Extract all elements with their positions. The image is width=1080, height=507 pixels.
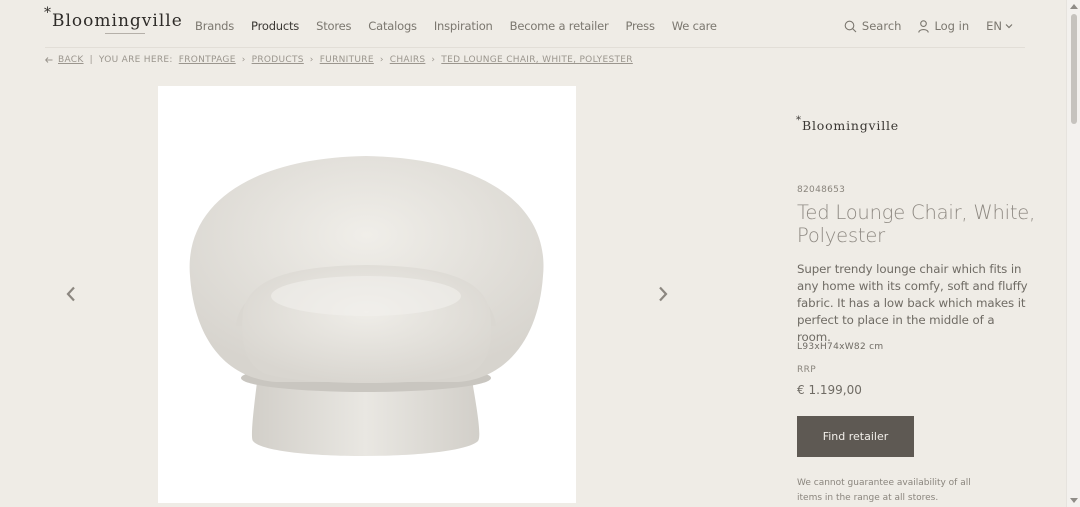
site-header: * Bloomingville Brands Products Stores C… (44, 0, 1025, 48)
breadcrumb-current[interactable]: TED LOUNGE CHAIR, WHITE, POLYESTER (441, 55, 633, 65)
nav-products[interactable]: Products (251, 19, 299, 33)
chevron-left-icon (66, 286, 75, 302)
chevron-down-icon (1005, 24, 1013, 29)
availability-note: We cannot guarantee availability of all … (797, 478, 971, 503)
breadcrumb-back-link[interactable]: BACK (58, 55, 84, 65)
brand-logo-text: Bloomingville (802, 118, 899, 133)
product-details: * Bloomingville 82048653 Ted Lounge Chai… (796, 115, 1037, 503)
breadcrumb-chevron-icon: › (379, 55, 384, 65)
nav-inspiration[interactable]: Inspiration (434, 19, 493, 33)
site-logo[interactable]: * Bloomingville (44, 5, 183, 34)
breadcrumb-chevron-icon: › (241, 55, 246, 65)
breadcrumb-chairs[interactable]: CHAIRS (390, 55, 426, 65)
nav-stores[interactable]: Stores (316, 19, 351, 33)
breadcrumb-chevron-icon: › (309, 55, 314, 65)
header-actions: Search Log in EN (827, 19, 1013, 33)
product-description: Super trendy lounge chair which fits in … (797, 262, 1028, 344)
nav-press[interactable]: Press (626, 19, 655, 33)
product-sku: 82048653 (797, 185, 846, 195)
search-label: Search (861, 19, 902, 33)
product-dimensions: L93xH74xW82 cm (797, 342, 884, 352)
breadcrumb-divider: | (89, 55, 93, 65)
breadcrumb-furniture[interactable]: FURNITURE (320, 55, 374, 65)
language-selector[interactable]: EN (986, 19, 1013, 33)
logo-text: Bloomingville (52, 11, 183, 31)
scroll-down-arrow-icon[interactable] (1070, 498, 1078, 503)
brand-logo-star: * (796, 115, 802, 126)
breadcrumb-chevron-icon: › (431, 55, 436, 65)
logo-tagline-line (105, 33, 145, 34)
scrollbar-thumb[interactable] (1071, 14, 1077, 124)
product-price: € 1.199,00 (797, 383, 862, 397)
product-title: Ted Lounge Chair, White, Polyester (797, 201, 1036, 247)
chevron-right-icon (659, 286, 668, 302)
logo-star: * (44, 5, 52, 21)
product-image[interactable] (158, 86, 576, 503)
breadcrumb-frontpage[interactable]: FRONTPAGE (179, 55, 236, 65)
lounge-chair-image (189, 156, 544, 456)
user-icon (918, 19, 930, 33)
breadcrumb-prefix: YOU ARE HERE: (98, 55, 173, 65)
arrow-left-icon (45, 57, 53, 63)
breadcrumb-products[interactable]: PRODUCTS (252, 55, 304, 65)
breadcrumb: BACK | YOU ARE HERE: FRONTPAGE › PRODUCT… (45, 55, 633, 65)
search-icon (844, 20, 857, 32)
find-retailer-button[interactable]: Find retailer (797, 416, 914, 457)
nav-we-care[interactable]: We care (672, 19, 717, 33)
nav-become-retailer[interactable]: Become a retailer (510, 19, 609, 33)
language-label: EN (986, 19, 1002, 33)
main-nav: Brands Products Stores Catalogs Inspirat… (195, 19, 734, 33)
nav-brands[interactable]: Brands (195, 19, 234, 33)
search-button[interactable]: Search (844, 19, 902, 33)
nav-catalogs[interactable]: Catalogs (368, 19, 417, 33)
gallery-next-button[interactable] (653, 284, 673, 304)
rrp-label: RRP (797, 365, 817, 375)
page-scrollbar[interactable] (1066, 0, 1080, 507)
brand-logo[interactable]: * Bloomingville (796, 115, 1037, 142)
login-label: Log in (934, 19, 970, 33)
scroll-up-arrow-icon[interactable] (1070, 4, 1078, 9)
gallery-prev-button[interactable] (61, 284, 81, 304)
login-button[interactable]: Log in (918, 19, 969, 33)
